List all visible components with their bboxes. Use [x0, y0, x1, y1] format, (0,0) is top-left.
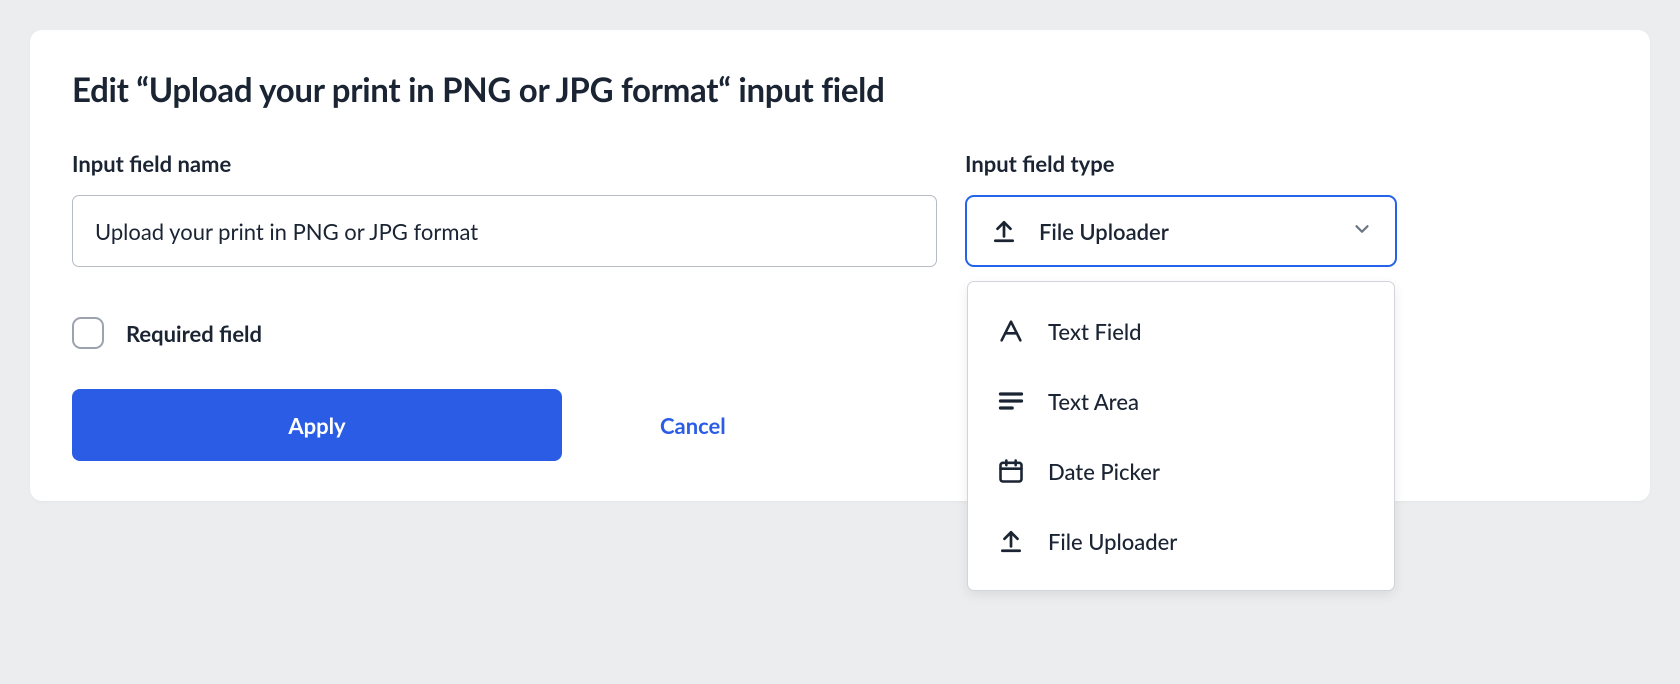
dropdown-option-label: File Uploader	[1048, 528, 1177, 555]
dropdown-option-label: Text Field	[1048, 318, 1142, 345]
file-uploader-icon	[996, 526, 1026, 556]
form-row: Input field name Input field type File U…	[72, 150, 1608, 267]
dropdown-option-label: Date Picker	[1048, 458, 1160, 485]
dropdown-option-file-uploader[interactable]: File Uploader	[968, 506, 1394, 576]
text-field-icon	[996, 316, 1026, 346]
field-name-label: Input field name	[72, 150, 937, 177]
required-label[interactable]: Required field	[126, 320, 262, 347]
page-title: Edit “Upload your print in PNG or JPG fo…	[72, 70, 1608, 110]
field-type-label: Input field type	[965, 150, 1397, 177]
edit-input-field-panel: Edit “Upload your print in PNG or JPG fo…	[30, 30, 1650, 501]
upload-icon	[989, 216, 1019, 246]
text-area-icon	[996, 386, 1026, 416]
chevron-down-icon	[1351, 218, 1373, 245]
dropdown-option-text-field[interactable]: Text Field	[968, 296, 1394, 366]
field-type-group: Input field type File Uploader	[965, 150, 1397, 267]
field-type-dropdown: Text Field Text Area	[967, 281, 1395, 591]
dropdown-option-date-picker[interactable]: Date Picker	[968, 436, 1394, 506]
dropdown-option-label: Text Area	[1048, 388, 1139, 415]
apply-button[interactable]: Apply	[72, 389, 562, 461]
cancel-button[interactable]: Cancel	[590, 392, 796, 459]
field-type-selected-label: File Uploader	[1039, 218, 1169, 245]
dropdown-option-text-area[interactable]: Text Area	[968, 366, 1394, 436]
required-checkbox[interactable]	[72, 317, 104, 349]
field-name-input[interactable]	[72, 195, 937, 267]
field-type-select[interactable]: File Uploader Text Field	[965, 195, 1397, 267]
date-picker-icon	[996, 456, 1026, 486]
field-name-group: Input field name	[72, 150, 937, 267]
